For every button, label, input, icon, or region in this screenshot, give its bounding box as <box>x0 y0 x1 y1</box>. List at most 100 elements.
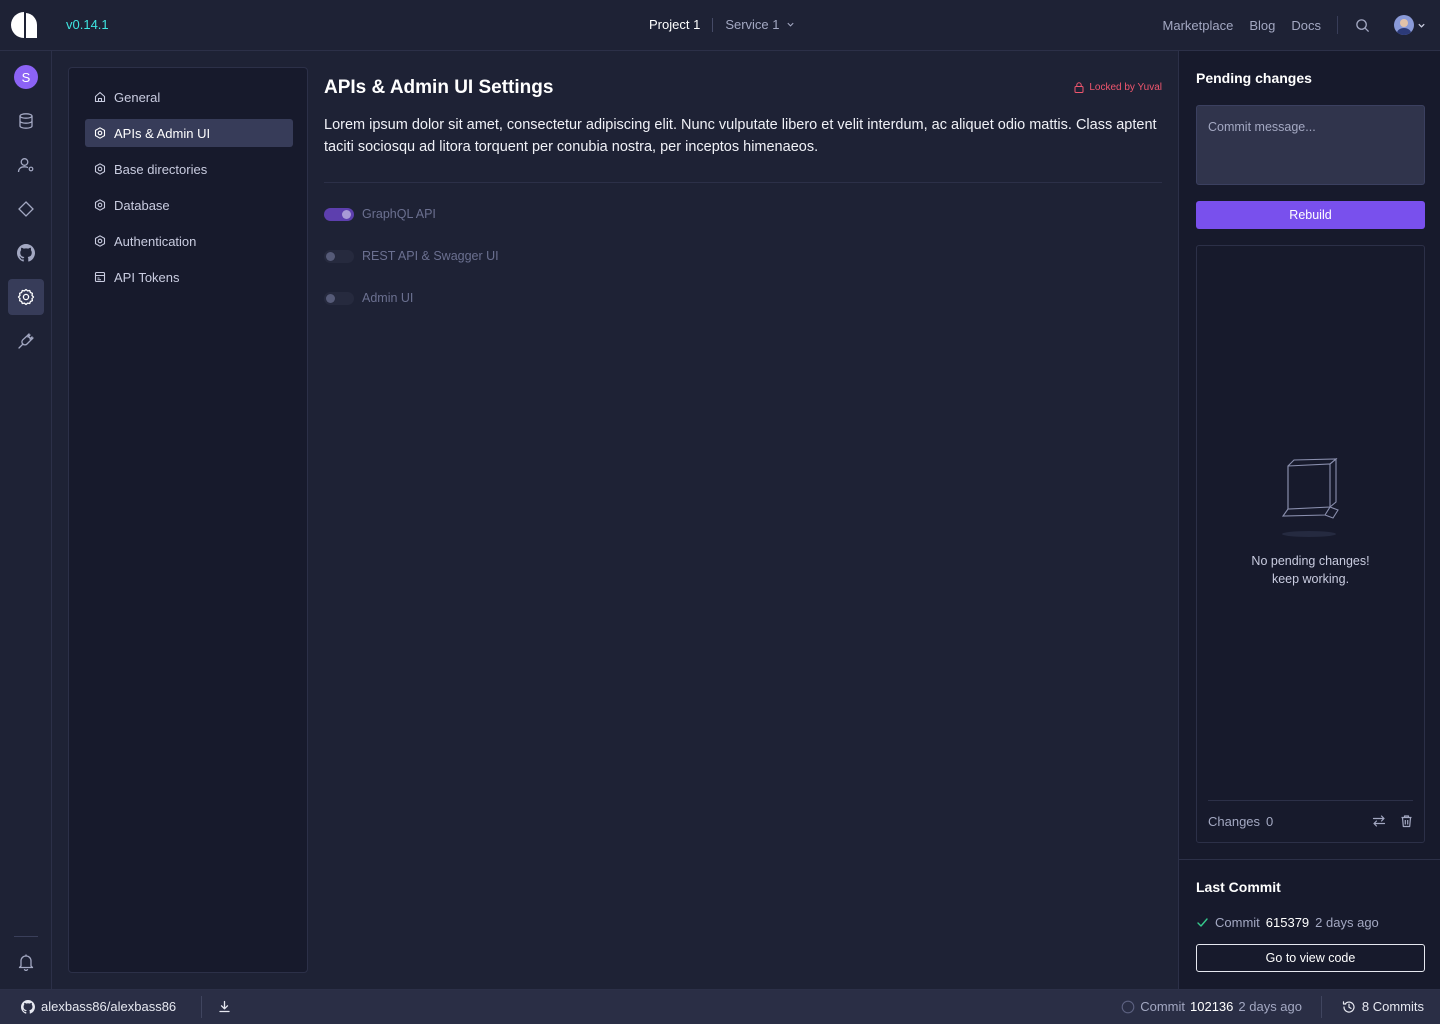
nav-item-database[interactable]: Database <box>85 191 293 219</box>
marketplace-link[interactable]: Marketplace <box>1163 18 1234 33</box>
roles-button[interactable] <box>8 147 44 183</box>
nav-item-apis-admin-ui[interactable]: APIs & Admin UI <box>85 119 293 147</box>
bell-icon <box>18 954 34 971</box>
graphql-toggle[interactable] <box>324 207 354 221</box>
toggle-knob <box>326 293 335 303</box>
service-label: Service 1 <box>725 17 780 32</box>
trash-icon[interactable] <box>1400 814 1413 828</box>
download-button[interactable] <box>218 1000 231 1016</box>
toggle-label: Admin UI <box>362 291 414 305</box>
github-icon <box>17 244 35 262</box>
rail-divider <box>14 936 38 937</box>
commits-count: 8 Commits <box>1361 999 1424 1014</box>
entities-button[interactable] <box>8 103 44 139</box>
empty-box-illustration <box>1281 458 1339 537</box>
lock-icon <box>1074 82 1084 93</box>
commits-link[interactable]: 8 Commits <box>1342 999 1424 1014</box>
plugins-button[interactable] <box>8 191 44 227</box>
repo-link[interactable]: alexbass86/alexbass86 <box>21 999 176 1014</box>
empty-state-message: No pending changes! keep working. <box>1197 552 1424 588</box>
amplication-logo[interactable] <box>11 12 37 38</box>
divider <box>1321 996 1322 1018</box>
check-icon <box>1197 918 1208 927</box>
last-commit-info: Commit 615379 2 days ago <box>1196 915 1379 930</box>
gear-icon <box>94 199 106 211</box>
locked-indicator: Locked by Yuval <box>1074 82 1162 93</box>
github-button[interactable] <box>8 235 44 271</box>
commit-hash[interactable]: 102136 <box>1190 999 1233 1014</box>
service-selector[interactable]: Service 1 <box>725 17 794 32</box>
chevron-down-icon <box>786 22 794 27</box>
gear-icon <box>94 127 106 139</box>
nav-item-label: API Tokens <box>114 269 180 285</box>
gear-icon <box>94 163 106 175</box>
changes-actions <box>1372 814 1413 828</box>
user-menu[interactable] <box>1394 15 1426 35</box>
pending-changes-panel: Pending changes Rebuild No pending chang… <box>1178 51 1440 989</box>
github-icon <box>21 999 35 1014</box>
nav-item-authentication[interactable]: Authentication <box>85 227 293 255</box>
search-button[interactable] <box>1355 18 1370 33</box>
chevron-down-icon <box>1418 23 1425 28</box>
download-icon <box>219 1000 230 1013</box>
nav-item-general[interactable]: General <box>85 83 293 111</box>
rest-api-toggle[interactable] <box>324 249 354 263</box>
nav-item-label: APIs & Admin UI <box>114 125 211 141</box>
compare-icon[interactable] <box>1372 814 1386 828</box>
commit-hash[interactable]: 615379 <box>1266 915 1309 930</box>
plugin-icon <box>18 333 34 349</box>
last-commit-title: Last Commit <box>1196 879 1281 895</box>
left-rail: S <box>0 51 52 989</box>
empty-line-1: No pending changes! <box>1251 554 1370 568</box>
toggle-knob <box>342 209 351 219</box>
workspace-button[interactable]: S <box>8 59 44 95</box>
version-label: v0.14.1 <box>66 17 109 32</box>
nav-item-label: Database <box>114 197 170 213</box>
top-bar: v0.14.1 Project 1 Service 1 Marketplace … <box>0 0 1440 51</box>
commit-message-input[interactable] <box>1196 105 1425 185</box>
docs-link[interactable]: Docs <box>1291 18 1321 33</box>
admin-ui-toggle-row: Admin UI <box>324 291 413 305</box>
commit-prefix: Commit <box>1140 999 1185 1014</box>
nav-item-label: Base directories <box>114 161 208 177</box>
project-breadcrumb[interactable]: Project 1 <box>649 17 700 32</box>
page-title: APIs & Admin UI Settings <box>324 77 554 98</box>
pending-changes-title: Pending changes <box>1196 70 1312 86</box>
empty-line-2: keep working. <box>1271 572 1350 586</box>
search-icon <box>1356 18 1370 32</box>
locked-label: Locked by Yuval <box>1089 82 1162 93</box>
toggle-label: GraphQL API <box>362 207 436 221</box>
notifications-button[interactable] <box>8 944 44 980</box>
nav-item-api-tokens[interactable]: API Tokens <box>85 263 293 291</box>
connections-button[interactable] <box>8 323 44 359</box>
settings-button[interactable] <box>8 279 44 315</box>
commit-time: 2 days ago <box>1315 915 1379 930</box>
breadcrumb-separator <box>712 17 714 32</box>
user-icon <box>17 158 34 173</box>
nav-item-base-directories[interactable]: Base directories <box>85 155 293 183</box>
breadcrumb: Project 1 Service 1 <box>649 17 795 32</box>
top-links: Marketplace Blog Docs <box>1163 0 1440 50</box>
toggle-knob <box>326 251 335 261</box>
graphql-toggle-row: GraphQL API <box>324 207 436 221</box>
page-description: Lorem ipsum dolor sit amet, consectetur … <box>324 117 1157 155</box>
settings-icon <box>17 288 35 306</box>
changes-list: No pending changes! keep working. Change… <box>1196 245 1425 843</box>
blog-link[interactable]: Blog <box>1249 18 1275 33</box>
rebuild-button[interactable]: Rebuild <box>1196 201 1425 229</box>
changes-counter: Changes 0 <box>1208 814 1273 829</box>
admin-ui-toggle[interactable] <box>324 291 354 305</box>
nav-item-label: Authentication <box>114 233 197 249</box>
history-icon <box>1342 1000 1355 1013</box>
avatar <box>1394 15 1414 35</box>
database-icon <box>19 113 33 129</box>
gear-icon <box>94 235 106 247</box>
token-icon <box>94 271 106 283</box>
divider <box>1337 16 1338 34</box>
workspace-avatar: S <box>14 65 38 89</box>
build-status: Commit 102136 2 days ago <box>1121 999 1302 1014</box>
divider <box>324 182 1162 183</box>
view-code-button[interactable]: Go to view code <box>1196 944 1425 972</box>
pending-circle-icon <box>1121 1000 1135 1013</box>
diamond-icon <box>18 201 34 217</box>
